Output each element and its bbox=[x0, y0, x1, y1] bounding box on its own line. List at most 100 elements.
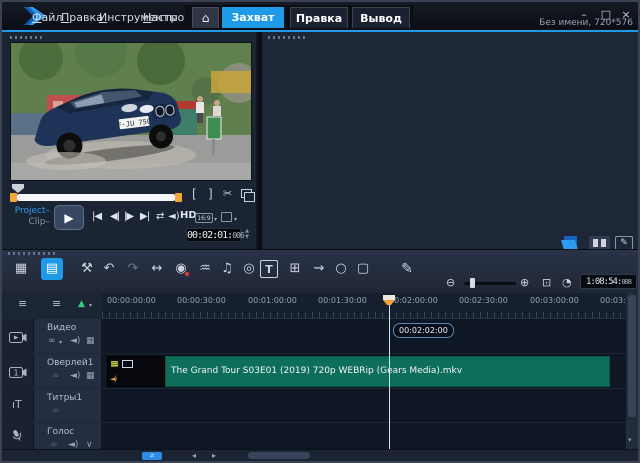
mosaic-icon[interactable]: ▦ bbox=[86, 336, 95, 346]
zoom-in-icon[interactable]: ⊕ bbox=[520, 276, 529, 289]
overlay-track-gutter[interactable]: 1 bbox=[2, 354, 34, 388]
auto-scroll-icon[interactable]: ⇄ bbox=[142, 452, 162, 460]
ruler-tick: 00:02:00:00 bbox=[389, 296, 438, 305]
edit-panel-icon[interactable]: ✎ bbox=[615, 236, 633, 250]
library-view-icon[interactable] bbox=[589, 236, 610, 250]
link-chevron-icon[interactable]: ▾ bbox=[59, 339, 62, 346]
frame-forward-button[interactable]: |▶ bbox=[124, 211, 133, 222]
panel-drag-handle[interactable] bbox=[10, 36, 44, 39]
track-row-overlay: 1 Оверлей1 ∞ ◄) ▦ ◄) The Grand Tour S03E… bbox=[2, 354, 626, 389]
video-track-header[interactable]: Видео ∞ ▾ ◄) ▦ bbox=[34, 319, 102, 353]
timeline-corner: ≡ ≡ ▲ ▾ bbox=[2, 293, 102, 319]
link-icon[interactable]: ∞ bbox=[48, 336, 56, 346]
clip-mode-label[interactable]: Clip– bbox=[4, 217, 50, 228]
timeline-area: ≡ ≡ ▲ ▾ 00:00:00:00 00:00:30:00 00:01:00… bbox=[2, 293, 638, 449]
enlarge-preview-button[interactable] bbox=[241, 189, 252, 198]
project-title: Без имени, 720*576 bbox=[539, 18, 633, 28]
scrubber-grip-icon[interactable] bbox=[12, 184, 24, 193]
media-folder-icon[interactable] bbox=[561, 236, 581, 250]
duration-main: 1:08:54 bbox=[586, 277, 617, 287]
zoom-slider-thumb[interactable] bbox=[470, 278, 475, 288]
scrubber-bar[interactable] bbox=[17, 194, 175, 201]
motion-tracking-icon[interactable]: ⇝ bbox=[308, 258, 330, 280]
size-chevron-icon[interactable]: ▾ bbox=[234, 216, 237, 223]
tab-share[interactable]: Вывод bbox=[352, 7, 410, 28]
scroll-left-icon[interactable]: ◂ bbox=[192, 451, 196, 460]
home-tab-button[interactable]: ⌂ bbox=[192, 7, 219, 28]
fit-timeline-icon[interactable]: ⊡ bbox=[542, 276, 551, 289]
video-track-gutter[interactable] bbox=[2, 319, 34, 353]
link-icon[interactable]: ∞ bbox=[52, 371, 60, 381]
paint-tool-icon[interactable]: ✎ bbox=[396, 258, 418, 280]
split-screen-icon[interactable]: ⊞ bbox=[284, 258, 306, 280]
menu-edit[interactable]: Правка bbox=[61, 11, 103, 24]
menu-settings[interactable]: Настро bbox=[143, 11, 184, 24]
preview-timecode[interactable]: 00:02:01:006 bbox=[186, 228, 241, 242]
hscrollbar-thumb[interactable] bbox=[248, 452, 310, 459]
trim-start-handle[interactable] bbox=[10, 193, 17, 202]
tab-edit[interactable]: Правка bbox=[290, 7, 348, 28]
mosaic-icon[interactable]: ▦ bbox=[86, 371, 95, 381]
ruler-tick: 00:03:30:00 bbox=[600, 296, 626, 305]
auto-music-icon[interactable]: ♫ bbox=[216, 258, 238, 280]
mask-creator-icon[interactable]: ▢ bbox=[352, 258, 374, 280]
mark-in-button[interactable]: [ bbox=[192, 187, 197, 201]
mute-icon[interactable]: ◄) bbox=[70, 371, 80, 381]
storyboard-view-icon[interactable]: ▦ bbox=[10, 258, 32, 280]
clip-label: The Grand Tour S03E01 (2019) 720p WEBRip… bbox=[165, 356, 610, 387]
split-clip-button[interactable]: ✂ bbox=[223, 187, 232, 200]
timeline-view-icon[interactable]: ▤ bbox=[41, 258, 63, 280]
marker-chevron-icon[interactable]: ▾ bbox=[89, 302, 92, 309]
timeline-bottom-bar: ⇄ ◂ ▸ bbox=[2, 449, 638, 461]
overlay-track-header[interactable]: Оверлей1 ∞ ◄) ▦ bbox=[34, 354, 102, 388]
playhead-marker[interactable] bbox=[383, 295, 395, 305]
transition-icon[interactable]: ◎ bbox=[238, 258, 260, 280]
tab-capture[interactable]: Захват bbox=[222, 7, 284, 28]
timeline-vscrollbar[interactable]: ▾ bbox=[626, 293, 638, 449]
play-button[interactable]: ▶ bbox=[54, 205, 84, 230]
project-mode-label[interactable]: Project– bbox=[4, 206, 50, 217]
voice-track-header[interactable]: Голос ∞ ◄) ∨ bbox=[34, 423, 102, 449]
timeline-ruler[interactable]: 00:00:00:00 00:00:30:00 00:01:00:00 00:0… bbox=[102, 293, 626, 319]
mute-icon[interactable]: ◄) bbox=[70, 336, 80, 346]
record-dot bbox=[185, 272, 189, 276]
track-manager-icon[interactable]: ≡ bbox=[18, 297, 27, 310]
sound-mixer-icon[interactable]: ♒ bbox=[194, 258, 216, 280]
track-name: Оверлей1 bbox=[47, 358, 94, 368]
aspect-ratio-select[interactable]: 16:9 bbox=[195, 213, 213, 223]
title-track-header[interactable]: Титры1 ∞ bbox=[34, 389, 102, 422]
scroll-right-icon[interactable]: ▸ bbox=[212, 451, 216, 460]
playhead-line[interactable] bbox=[389, 303, 390, 449]
preview-size-button[interactable] bbox=[221, 212, 232, 222]
timecode-spinner[interactable]: ▲▼ bbox=[243, 228, 251, 240]
loop-button[interactable]: ⇄ bbox=[156, 211, 164, 222]
subtitle-editor-icon[interactable]: T bbox=[260, 260, 278, 278]
track-name: Видео bbox=[47, 323, 76, 333]
fit-project-icon[interactable]: ↔ bbox=[146, 258, 168, 280]
track-list-icon[interactable]: ≡ bbox=[52, 297, 61, 310]
aspect-chevron-icon[interactable]: ▾ bbox=[214, 216, 217, 223]
link-icon[interactable]: ∞ bbox=[52, 406, 60, 416]
scroll-down-icon[interactable]: ▾ bbox=[628, 436, 632, 444]
record-capture-icon[interactable]: ◉ bbox=[170, 258, 192, 280]
zoom-out-icon[interactable]: ⊖ bbox=[446, 276, 455, 289]
mark-out-button[interactable]: ] bbox=[208, 187, 213, 201]
tools-icon[interactable]: ⚒ bbox=[76, 258, 98, 280]
panel-drag-handle[interactable] bbox=[268, 36, 308, 39]
toolbar-drag-handle[interactable] bbox=[8, 252, 56, 255]
shape-overlay-icon[interactable]: ○ bbox=[330, 258, 352, 280]
voice-track-gutter[interactable] bbox=[2, 423, 34, 449]
go-start-button[interactable]: |◀ bbox=[92, 211, 101, 222]
volume-icon[interactable]: ◄) bbox=[168, 211, 180, 222]
clip-audio-icon: ◄) bbox=[110, 375, 116, 383]
vscrollbar-thumb[interactable] bbox=[628, 295, 636, 417]
frame-back-button[interactable]: ◀| bbox=[110, 211, 119, 222]
redo-icon[interactable]: ↷ bbox=[122, 258, 144, 280]
undo-icon[interactable]: ↶ bbox=[98, 258, 120, 280]
duration-clock-icon[interactable]: ◔ bbox=[562, 276, 572, 289]
go-end-button[interactable]: ▶| bbox=[140, 211, 149, 222]
title-track-gutter[interactable]: ıT bbox=[2, 389, 34, 422]
add-marker-icon[interactable]: ▲ bbox=[78, 299, 85, 309]
trim-end-handle[interactable] bbox=[175, 193, 182, 202]
menu-file[interactable]: Файл bbox=[32, 11, 62, 24]
